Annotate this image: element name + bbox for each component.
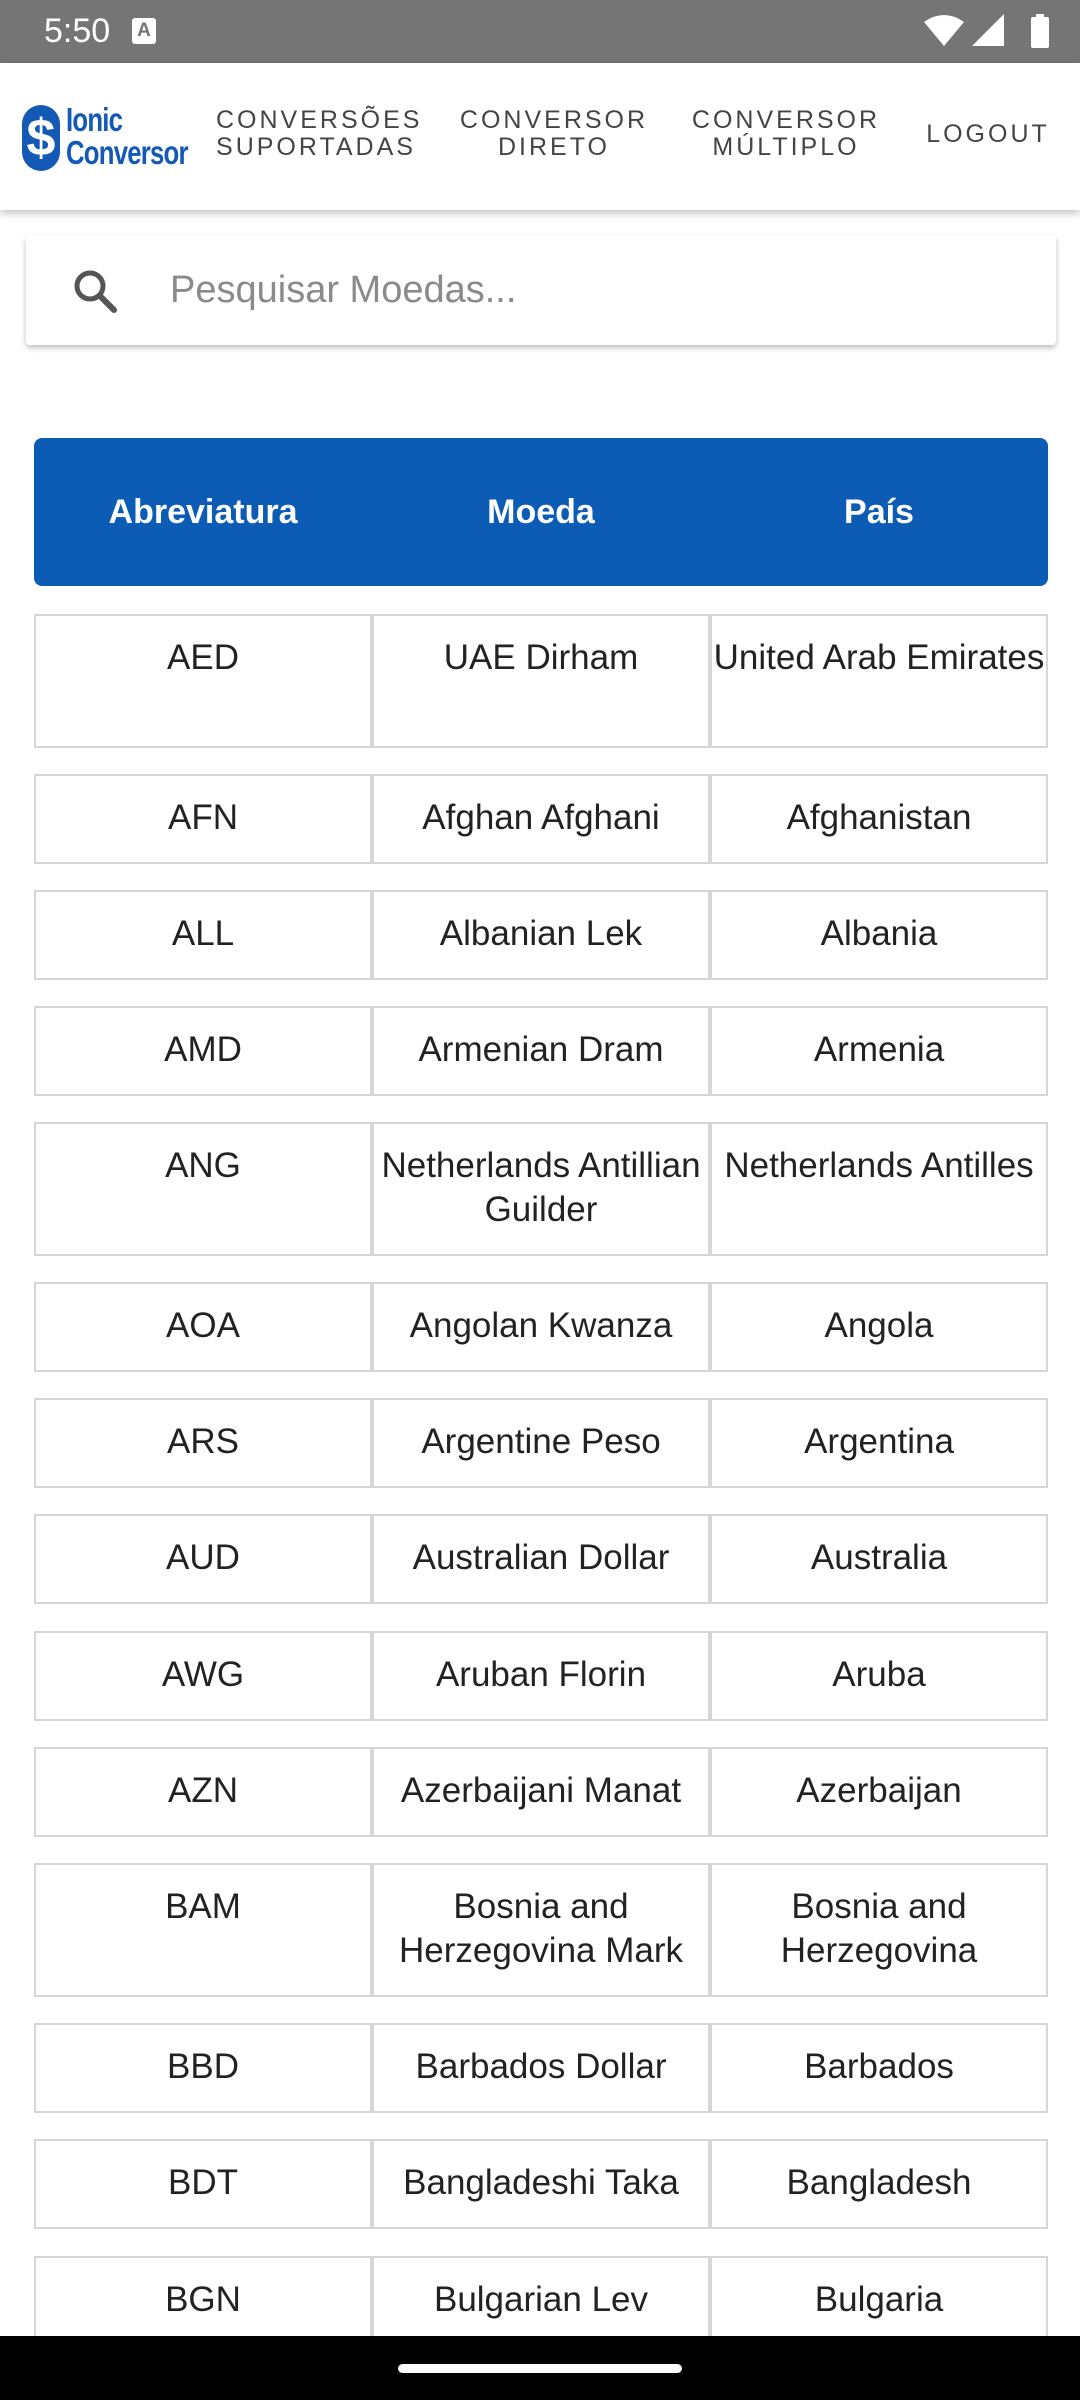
table-row[interactable]: AZN Azerbaijani Manat Azerbaijan — [34, 1747, 1048, 1837]
cell-country: Bosnia and Herzegovina — [710, 1863, 1048, 1997]
cell-abbreviation: ARS — [34, 1398, 372, 1488]
table-row[interactable]: ARS Argentine Peso Argentina — [34, 1398, 1048, 1488]
cell-currency: Armenian Dram — [372, 1006, 710, 1096]
cell-country: Barbados — [710, 2023, 1048, 2113]
cell-abbreviation: AUD — [34, 1514, 372, 1604]
cell-abbreviation: AWG — [34, 1631, 372, 1721]
table-row[interactable]: BAM Bosnia and Herzegovina Mark Bosnia a… — [34, 1863, 1048, 1997]
battery-icon — [1031, 14, 1049, 48]
cell-currency: Afghan Afghani — [372, 774, 710, 864]
cell-abbreviation: AOA — [34, 1282, 372, 1372]
cell-currency: Angolan Kwanza — [372, 1282, 710, 1372]
system-navigation-bar — [0, 2336, 1080, 2400]
cell-country: Netherlands Antilles — [710, 1122, 1048, 1256]
cell-currency: Azerbaijani Manat — [372, 1747, 710, 1837]
table-row[interactable]: BDT Bangladeshi Taka Bangladesh — [34, 2139, 1048, 2229]
nav-logout[interactable]: LOGOUT — [918, 121, 1058, 148]
home-gesture-pill[interactable] — [398, 2364, 682, 2373]
table-row[interactable]: ALL Albanian Lek Albania — [34, 890, 1048, 980]
table-header: Abreviatura Moeda País — [34, 438, 1048, 586]
nav-conversor-direto[interactable]: CONVERSOR DIRETO — [454, 107, 654, 161]
search-bar — [26, 235, 1056, 345]
cell-abbreviation: BDT — [34, 2139, 372, 2229]
cell-abbreviation: AMD — [34, 1006, 372, 1096]
cell-abbreviation: AZN — [34, 1747, 372, 1837]
cell-currency: Bosnia and Herzegovina Mark — [372, 1863, 710, 1997]
table-row[interactable]: AOA Angolan Kwanza Angola — [34, 1282, 1048, 1372]
column-header-moeda[interactable]: Moeda — [372, 438, 710, 586]
signal-icon — [972, 14, 1004, 46]
cell-country: Albania — [710, 890, 1048, 980]
table-row[interactable]: AED UAE Dirham United Arab Emirates — [34, 614, 1048, 748]
cell-abbreviation: ALL — [34, 890, 372, 980]
cell-currency: UAE Dirham — [372, 614, 710, 748]
wifi-icon — [924, 15, 964, 46]
status-time: 5:50 — [44, 12, 111, 50]
cell-country: Aruba — [710, 1631, 1048, 1721]
cell-currency: Aruban Florin — [372, 1631, 710, 1721]
logo-text: Ionic Conversor — [66, 101, 189, 171]
cell-currency: Argentine Peso — [372, 1398, 710, 1488]
cell-country: Bulgaria — [710, 2256, 1048, 2346]
notification-icon: A — [132, 18, 156, 44]
cell-country: Angola — [710, 1282, 1048, 1372]
cell-currency: Bulgarian Lev — [372, 2256, 710, 2346]
table-row[interactable]: BGN Bulgarian Lev Bulgaria — [34, 2256, 1048, 2346]
cell-country: Bangladesh — [710, 2139, 1048, 2229]
cell-currency: Australian Dollar — [372, 1514, 710, 1604]
search-input[interactable] — [170, 255, 1030, 325]
app-logo[interactable]: $ Ionic Conversor — [22, 101, 189, 173]
cell-abbreviation: AED — [34, 614, 372, 748]
status-bar: 5:50 A — [0, 0, 1080, 63]
table-row[interactable]: AUD Australian Dollar Australia — [34, 1514, 1048, 1604]
column-header-abreviatura[interactable]: Abreviatura — [34, 438, 372, 586]
nav-conversoes-suportadas[interactable]: CONVERSÕES SUPORTADAS — [216, 107, 419, 161]
table-row[interactable]: AMD Armenian Dram Armenia — [34, 1006, 1048, 1096]
table-row[interactable]: ANG Netherlands Antillian Guilder Nether… — [34, 1122, 1048, 1256]
cell-currency: Bangladeshi Taka — [372, 2139, 710, 2229]
table-row[interactable]: BBD Barbados Dollar Barbados — [34, 2023, 1048, 2113]
column-header-pais[interactable]: País — [710, 438, 1048, 586]
cell-abbreviation: BBD — [34, 2023, 372, 2113]
cell-currency: Netherlands Antillian Guilder — [372, 1122, 710, 1256]
cell-country: Australia — [710, 1514, 1048, 1604]
search-icon — [74, 270, 117, 313]
table-row[interactable]: AWG Aruban Florin Aruba — [34, 1631, 1048, 1721]
cell-country: Azerbaijan — [710, 1747, 1048, 1837]
cell-abbreviation: ANG — [34, 1122, 372, 1256]
cell-abbreviation: AFN — [34, 774, 372, 864]
cell-currency: Albanian Lek — [372, 890, 710, 980]
table-row[interactable]: AFN Afghan Afghani Afghanistan — [34, 774, 1048, 864]
cell-country: Afghanistan — [710, 774, 1048, 864]
nav-conversor-multiplo[interactable]: CONVERSOR MÚLTIPLO — [686, 107, 886, 161]
app-header: $ Ionic Conversor CONVERSÕES SUPORTADAS C… — [0, 63, 1080, 210]
cell-country: United Arab Emirates — [710, 614, 1048, 748]
cell-currency: Barbados Dollar — [372, 2023, 710, 2113]
cell-abbreviation: BGN — [34, 2256, 372, 2346]
cell-country: Argentina — [710, 1398, 1048, 1488]
cell-abbreviation: BAM — [34, 1863, 372, 1997]
cell-country: Armenia — [710, 1006, 1048, 1096]
dollar-coin-icon: $ — [22, 105, 60, 171]
